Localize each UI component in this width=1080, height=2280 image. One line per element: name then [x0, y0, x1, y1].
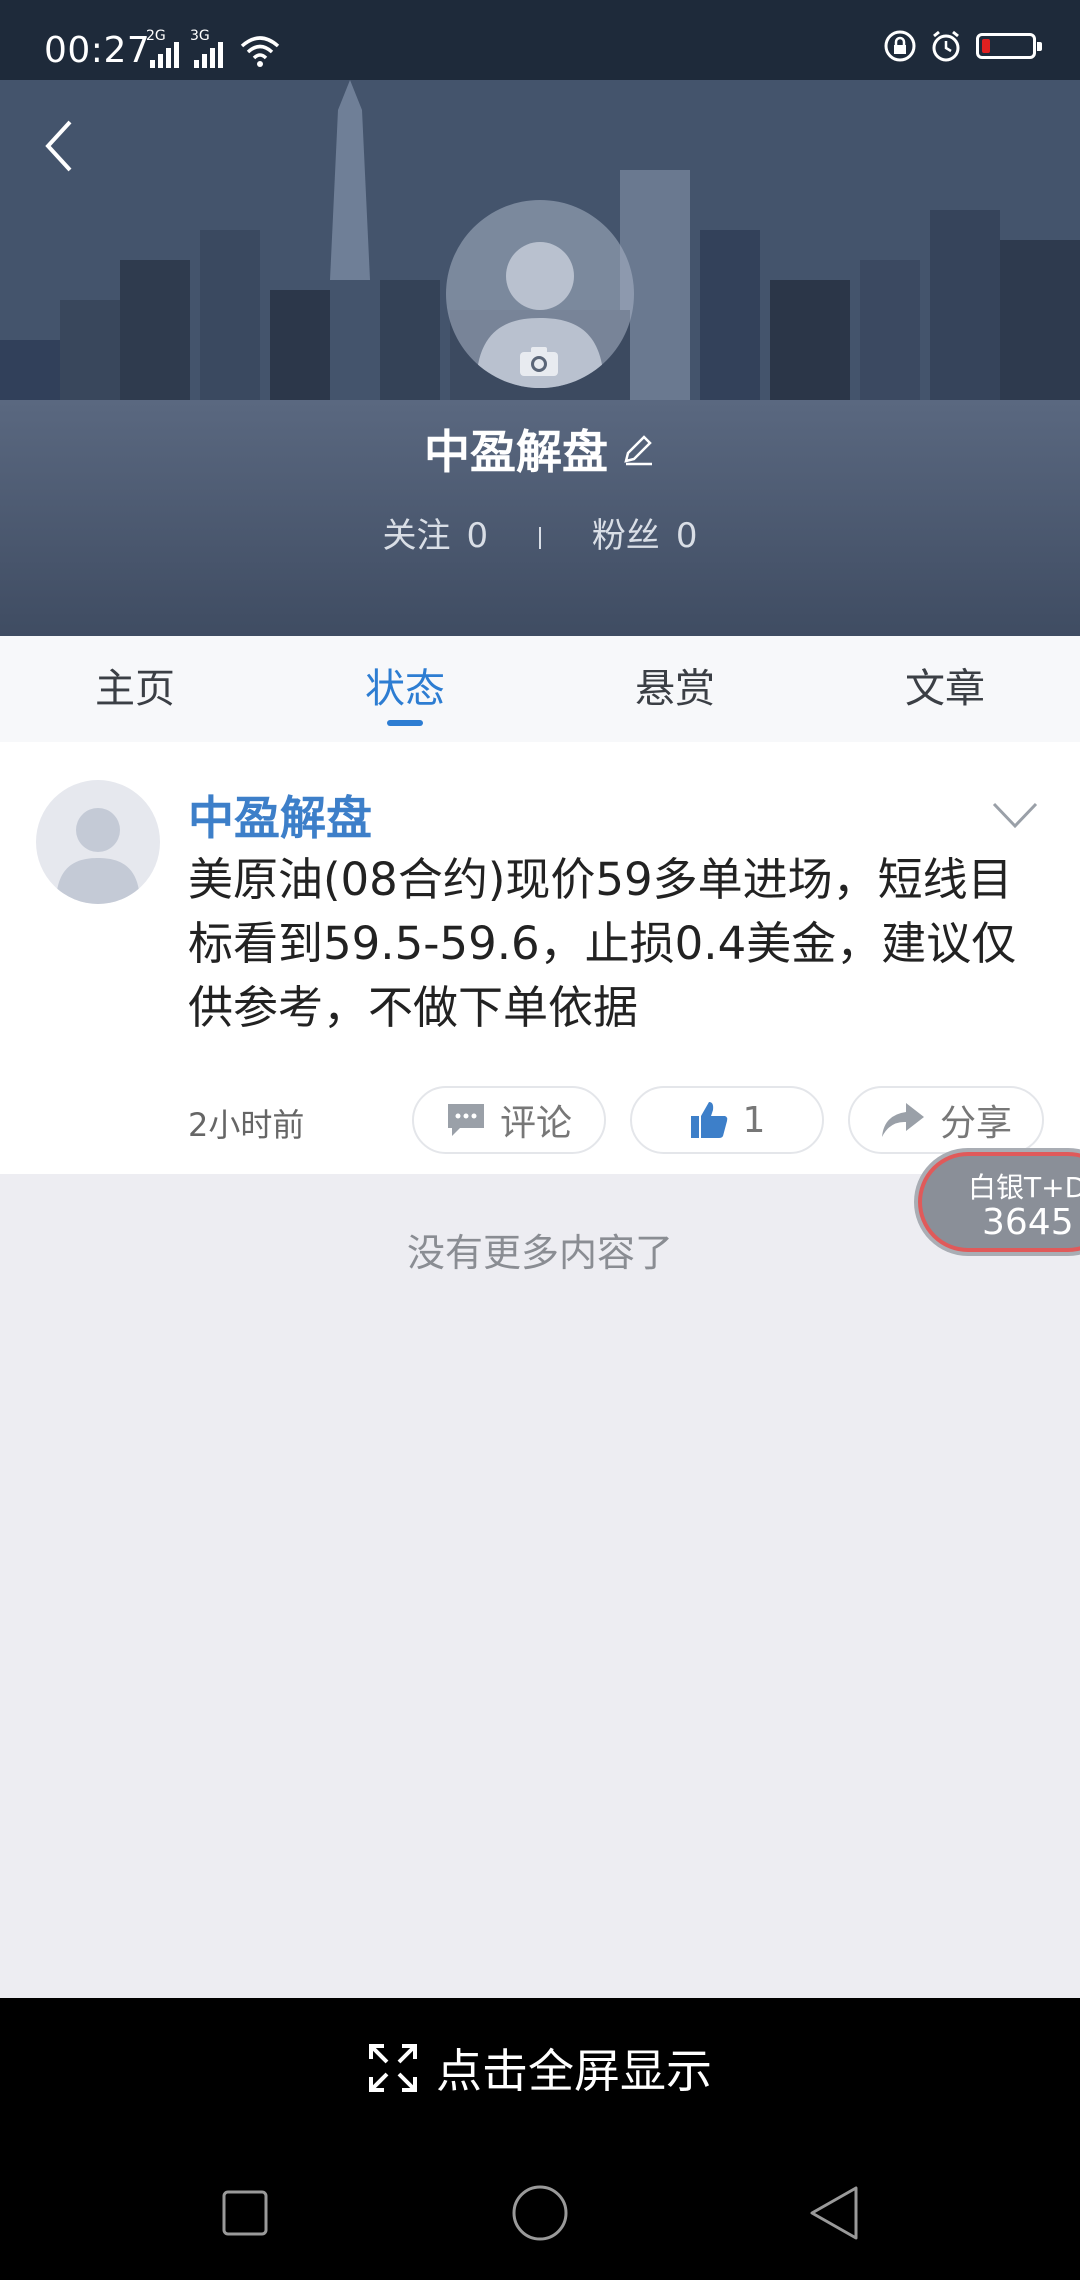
followers-count: 0 [675, 516, 698, 556]
comment-icon [447, 1104, 484, 1136]
post-content: 美原油(08合约)现价59多单进场，短线目标看到59.5-59.6，止损0.4美… [188, 853, 1017, 1034]
floating-price-ticker[interactable]: 白银T+D 3645 [918, 1152, 1080, 1252]
share-label: 分享 [939, 1103, 1012, 1144]
feed-end-message: 没有更多内容了 [406, 1231, 673, 1275]
lock-icon [884, 30, 916, 62]
followers-label: 粉丝 [591, 516, 660, 556]
signal-icon: 2G [146, 28, 190, 68]
signal-icon: 3G [190, 28, 234, 68]
home-circle-icon[interactable] [505, 2178, 575, 2248]
tab-bounty[interactable]: 悬赏 [540, 636, 810, 742]
camera-icon[interactable] [518, 345, 560, 377]
following-count: 0 [466, 516, 489, 556]
following-label: 关注 [382, 516, 451, 556]
post-timestamp: 2小时前 [188, 1106, 305, 1144]
status-right-icons [884, 30, 1042, 62]
profile-tabs: 主页 状态 悬赏 文章 [0, 636, 1080, 742]
tab-articles[interactable]: 文章 [810, 636, 1080, 742]
back-arrow-icon[interactable] [40, 116, 80, 176]
system-nav-bar [0, 2138, 1080, 2280]
following-stat[interactable]: 关注 0 [383, 508, 489, 557]
alarm-icon [932, 30, 960, 62]
status-time: 00:27 [44, 30, 151, 71]
battery-icon [976, 33, 1042, 59]
share-button[interactable]: 分享 [848, 1086, 1044, 1154]
comment-button[interactable]: 评论 [412, 1086, 606, 1154]
like-button[interactable]: 1 [630, 1086, 824, 1154]
fullscreen-button[interactable]: 点击全屏显示 [0, 1998, 1080, 2138]
fullscreen-label: 点击全屏显示 [436, 2044, 712, 2098]
thumbs-up-icon [690, 1102, 727, 1138]
status-bar: 00:27 2G 3G [0, 0, 1080, 80]
recents-square-icon[interactable] [210, 2178, 280, 2248]
share-arrow-icon [881, 1103, 924, 1137]
profile-name: 中盈解盘 [424, 425, 608, 479]
follow-stats: 关注 0 粉丝 0 [0, 508, 1080, 557]
back-triangle-icon[interactable] [800, 2178, 870, 2248]
chevron-down-icon[interactable] [990, 798, 1040, 832]
ticker-price: 3645 [982, 1202, 1074, 1243]
post-avatar[interactable] [36, 780, 160, 904]
ticker-name: 白银T+D [968, 1171, 1080, 1204]
comment-label: 评论 [499, 1103, 572, 1144]
profile-header: 中盈解盘 关注 0 粉丝 0 [0, 0, 1080, 636]
profile-name-row: 中盈解盘 [0, 416, 1080, 482]
stats-divider [539, 526, 541, 549]
tab-home[interactable]: 主页 [0, 636, 270, 742]
expand-icon [369, 2044, 417, 2092]
like-count: 1 [742, 1099, 766, 1141]
post-author-name[interactable]: 中盈解盘 [188, 782, 372, 848]
status-post-card: 中盈解盘 美原油(08合约)现价59多单进场，短线目标看到59.5-59.6，止… [0, 742, 1080, 1174]
default-user-icon [56, 808, 140, 904]
tab-status[interactable]: 状态 [270, 636, 540, 742]
followers-stat[interactable]: 粉丝 0 [592, 508, 698, 557]
wifi-icon [240, 36, 280, 67]
edit-pencil-icon[interactable] [620, 431, 656, 467]
